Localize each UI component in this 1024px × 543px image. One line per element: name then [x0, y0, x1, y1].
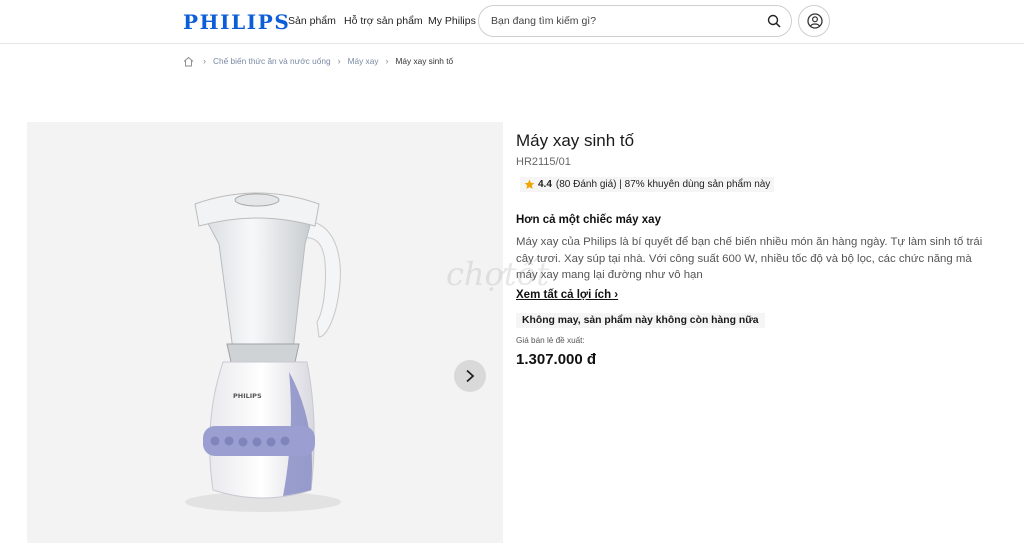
product-model: HR2115/01: [516, 156, 571, 168]
search-icon[interactable]: [767, 14, 781, 28]
rating-value: 4.4: [538, 179, 552, 190]
product-price: 1.307.000 đ: [516, 351, 597, 368]
product-rating[interactable]: 4.4 (80 Đánh giá) | 87% khuyên dùng sản …: [520, 177, 775, 192]
product-description: Máy xay của Philips là bí quyết để bạn c…: [516, 236, 983, 281]
next-image-button[interactable]: [454, 360, 486, 392]
breadcrumb-item-blenders[interactable]: Máy xay: [348, 56, 379, 66]
product-title: Máy xay sinh tố: [516, 131, 635, 150]
out-of-stock-notice: Không may, sản phẩm này không còn hàng n…: [516, 313, 765, 328]
breadcrumb: › Chế biến thức ăn và nước uống › Máy xa…: [183, 55, 453, 67]
product-image-gallery[interactable]: PHILIPS: [27, 122, 503, 543]
product-image: PHILIPS: [185, 192, 341, 512]
star-icon: [524, 179, 535, 189]
chevron-right-icon: [466, 369, 475, 383]
benefit-heading: Hơn cả một chiếc máy xay: [516, 214, 661, 226]
account-button[interactable]: [798, 5, 830, 37]
chevron-right-icon: ›: [203, 56, 206, 66]
watermark: chợtốt: [446, 255, 550, 293]
chevron-right-icon: ›: [385, 56, 389, 66]
base-brand-label: PHILIPS: [233, 392, 262, 400]
home-icon[interactable]: [183, 56, 194, 67]
chevron-right-icon: ›: [337, 56, 341, 66]
philips-logo[interactable]: PHILIPS: [183, 10, 290, 34]
site-header: PHILIPS Sản phẩm Hỗ trợ sản phẩm My Phil…: [0, 0, 1024, 44]
breadcrumb-item-current: Máy xay sinh tố: [395, 56, 454, 66]
price-label: Giá bán lẻ đề xuất:: [516, 336, 585, 345]
breadcrumb-item-food-drink[interactable]: Chế biến thức ăn và nước uống: [213, 56, 331, 66]
search-box[interactable]: [478, 5, 792, 37]
account-icon: [807, 13, 823, 29]
rating-summary: (80 Đánh giá) | 87% khuyên dùng sản phẩm…: [555, 179, 771, 190]
nav-my-philips[interactable]: My Philips: [428, 15, 476, 27]
nav-products[interactable]: Sản phẩm: [288, 15, 336, 27]
nav-support[interactable]: Hỗ trợ sản phẩm: [344, 15, 423, 27]
search-input[interactable]: [491, 13, 751, 29]
